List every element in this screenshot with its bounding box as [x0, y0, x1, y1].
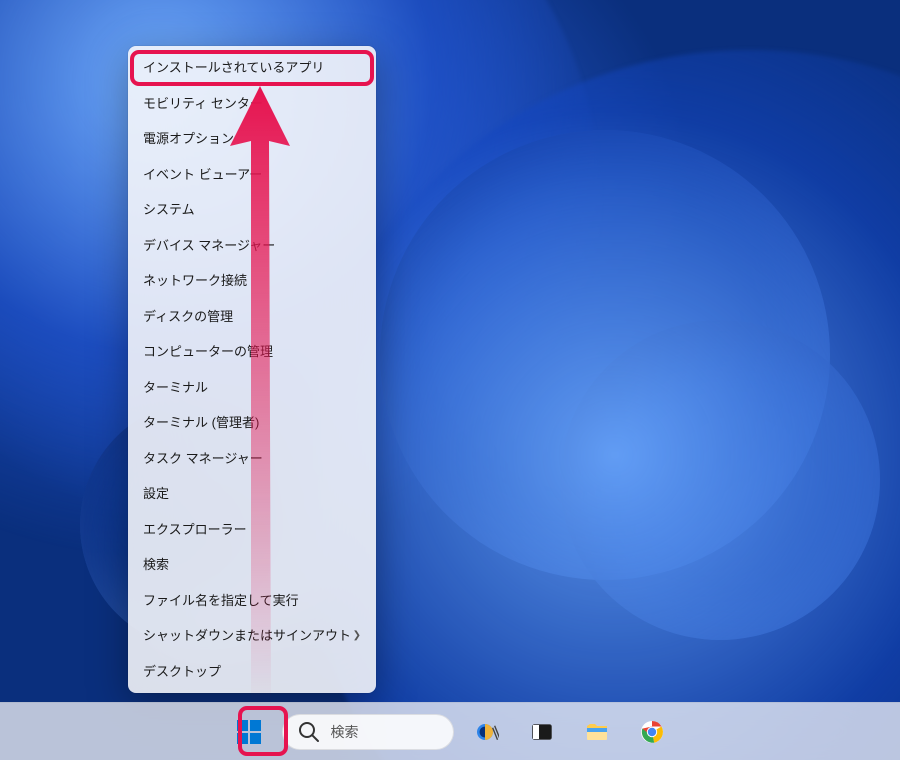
menu-item-desktop[interactable]: デスクトップ	[128, 654, 376, 690]
windows-logo-icon	[237, 720, 261, 744]
menu-item-label: ディスクの管理	[143, 307, 233, 327]
menu-item-label: イベント ビューアー	[143, 165, 262, 185]
taskbar-file-explorer[interactable]	[575, 710, 619, 754]
copilot-icon	[475, 720, 499, 744]
menu-item-mobility-center[interactable]: モビリティ センター	[128, 86, 376, 122]
menu-item-label: システム	[143, 200, 195, 220]
menu-item-label: デスクトップ	[143, 662, 221, 682]
menu-item-label: モビリティ センター	[143, 94, 263, 114]
chrome-icon	[640, 720, 664, 744]
menu-item-run[interactable]: ファイル名を指定して実行	[128, 583, 376, 619]
menu-item-label: インストールされているアプリ	[143, 58, 324, 78]
taskbar-copilot[interactable]	[465, 710, 509, 754]
taskview-icon	[530, 720, 554, 744]
menu-item-label: ターミナル	[143, 378, 208, 398]
menu-item-event-viewer[interactable]: イベント ビューアー	[128, 157, 376, 193]
menu-item-system[interactable]: システム	[128, 192, 376, 228]
menu-item-label: タスク マネージャー	[143, 449, 263, 469]
start-context-menu: インストールされているアプリ モビリティ センター 電源オプション イベント ビ…	[128, 46, 376, 693]
taskbar-taskview[interactable]	[520, 710, 564, 754]
search-icon	[297, 720, 321, 744]
menu-item-label: エクスプローラー	[143, 520, 247, 540]
taskbar: 検索	[0, 702, 900, 760]
taskbar-chrome[interactable]	[630, 710, 674, 754]
menu-item-explorer[interactable]: エクスプローラー	[128, 512, 376, 548]
menu-item-label: デバイス マネージャー	[143, 236, 275, 256]
menu-item-installed-apps[interactable]: インストールされているアプリ	[128, 50, 376, 86]
search-placeholder: 検索	[331, 722, 359, 742]
menu-item-settings[interactable]: 設定	[128, 476, 376, 512]
menu-item-task-manager[interactable]: タスク マネージャー	[128, 441, 376, 477]
menu-item-label: ネットワーク接続	[143, 271, 247, 291]
menu-item-label: 設定	[143, 484, 169, 504]
menu-item-label: ファイル名を指定して実行	[143, 591, 299, 611]
taskbar-search[interactable]: 検索	[282, 714, 454, 750]
menu-item-device-manager[interactable]: デバイス マネージャー	[128, 228, 376, 264]
file-explorer-icon	[585, 720, 609, 744]
menu-item-search[interactable]: 検索	[128, 547, 376, 583]
menu-item-computer-management[interactable]: コンピューターの管理	[128, 334, 376, 370]
menu-item-label: 検索	[143, 555, 169, 575]
menu-item-label: コンピューターの管理	[143, 342, 273, 362]
menu-item-network-connections[interactable]: ネットワーク接続	[128, 263, 376, 299]
menu-item-terminal[interactable]: ターミナル	[128, 370, 376, 406]
menu-item-label: シャットダウンまたはサインアウト	[143, 626, 351, 646]
menu-item-shutdown-signout[interactable]: シャットダウンまたはサインアウト ❯	[128, 618, 376, 654]
start-button[interactable]	[227, 710, 271, 754]
menu-item-terminal-admin[interactable]: ターミナル (管理者)	[128, 405, 376, 441]
menu-item-disk-management[interactable]: ディスクの管理	[128, 299, 376, 335]
menu-item-label: 電源オプション	[143, 129, 234, 149]
menu-item-label: ターミナル (管理者)	[143, 413, 259, 433]
menu-item-power-options[interactable]: 電源オプション	[128, 121, 376, 157]
chevron-right-icon: ❯	[353, 628, 361, 643]
